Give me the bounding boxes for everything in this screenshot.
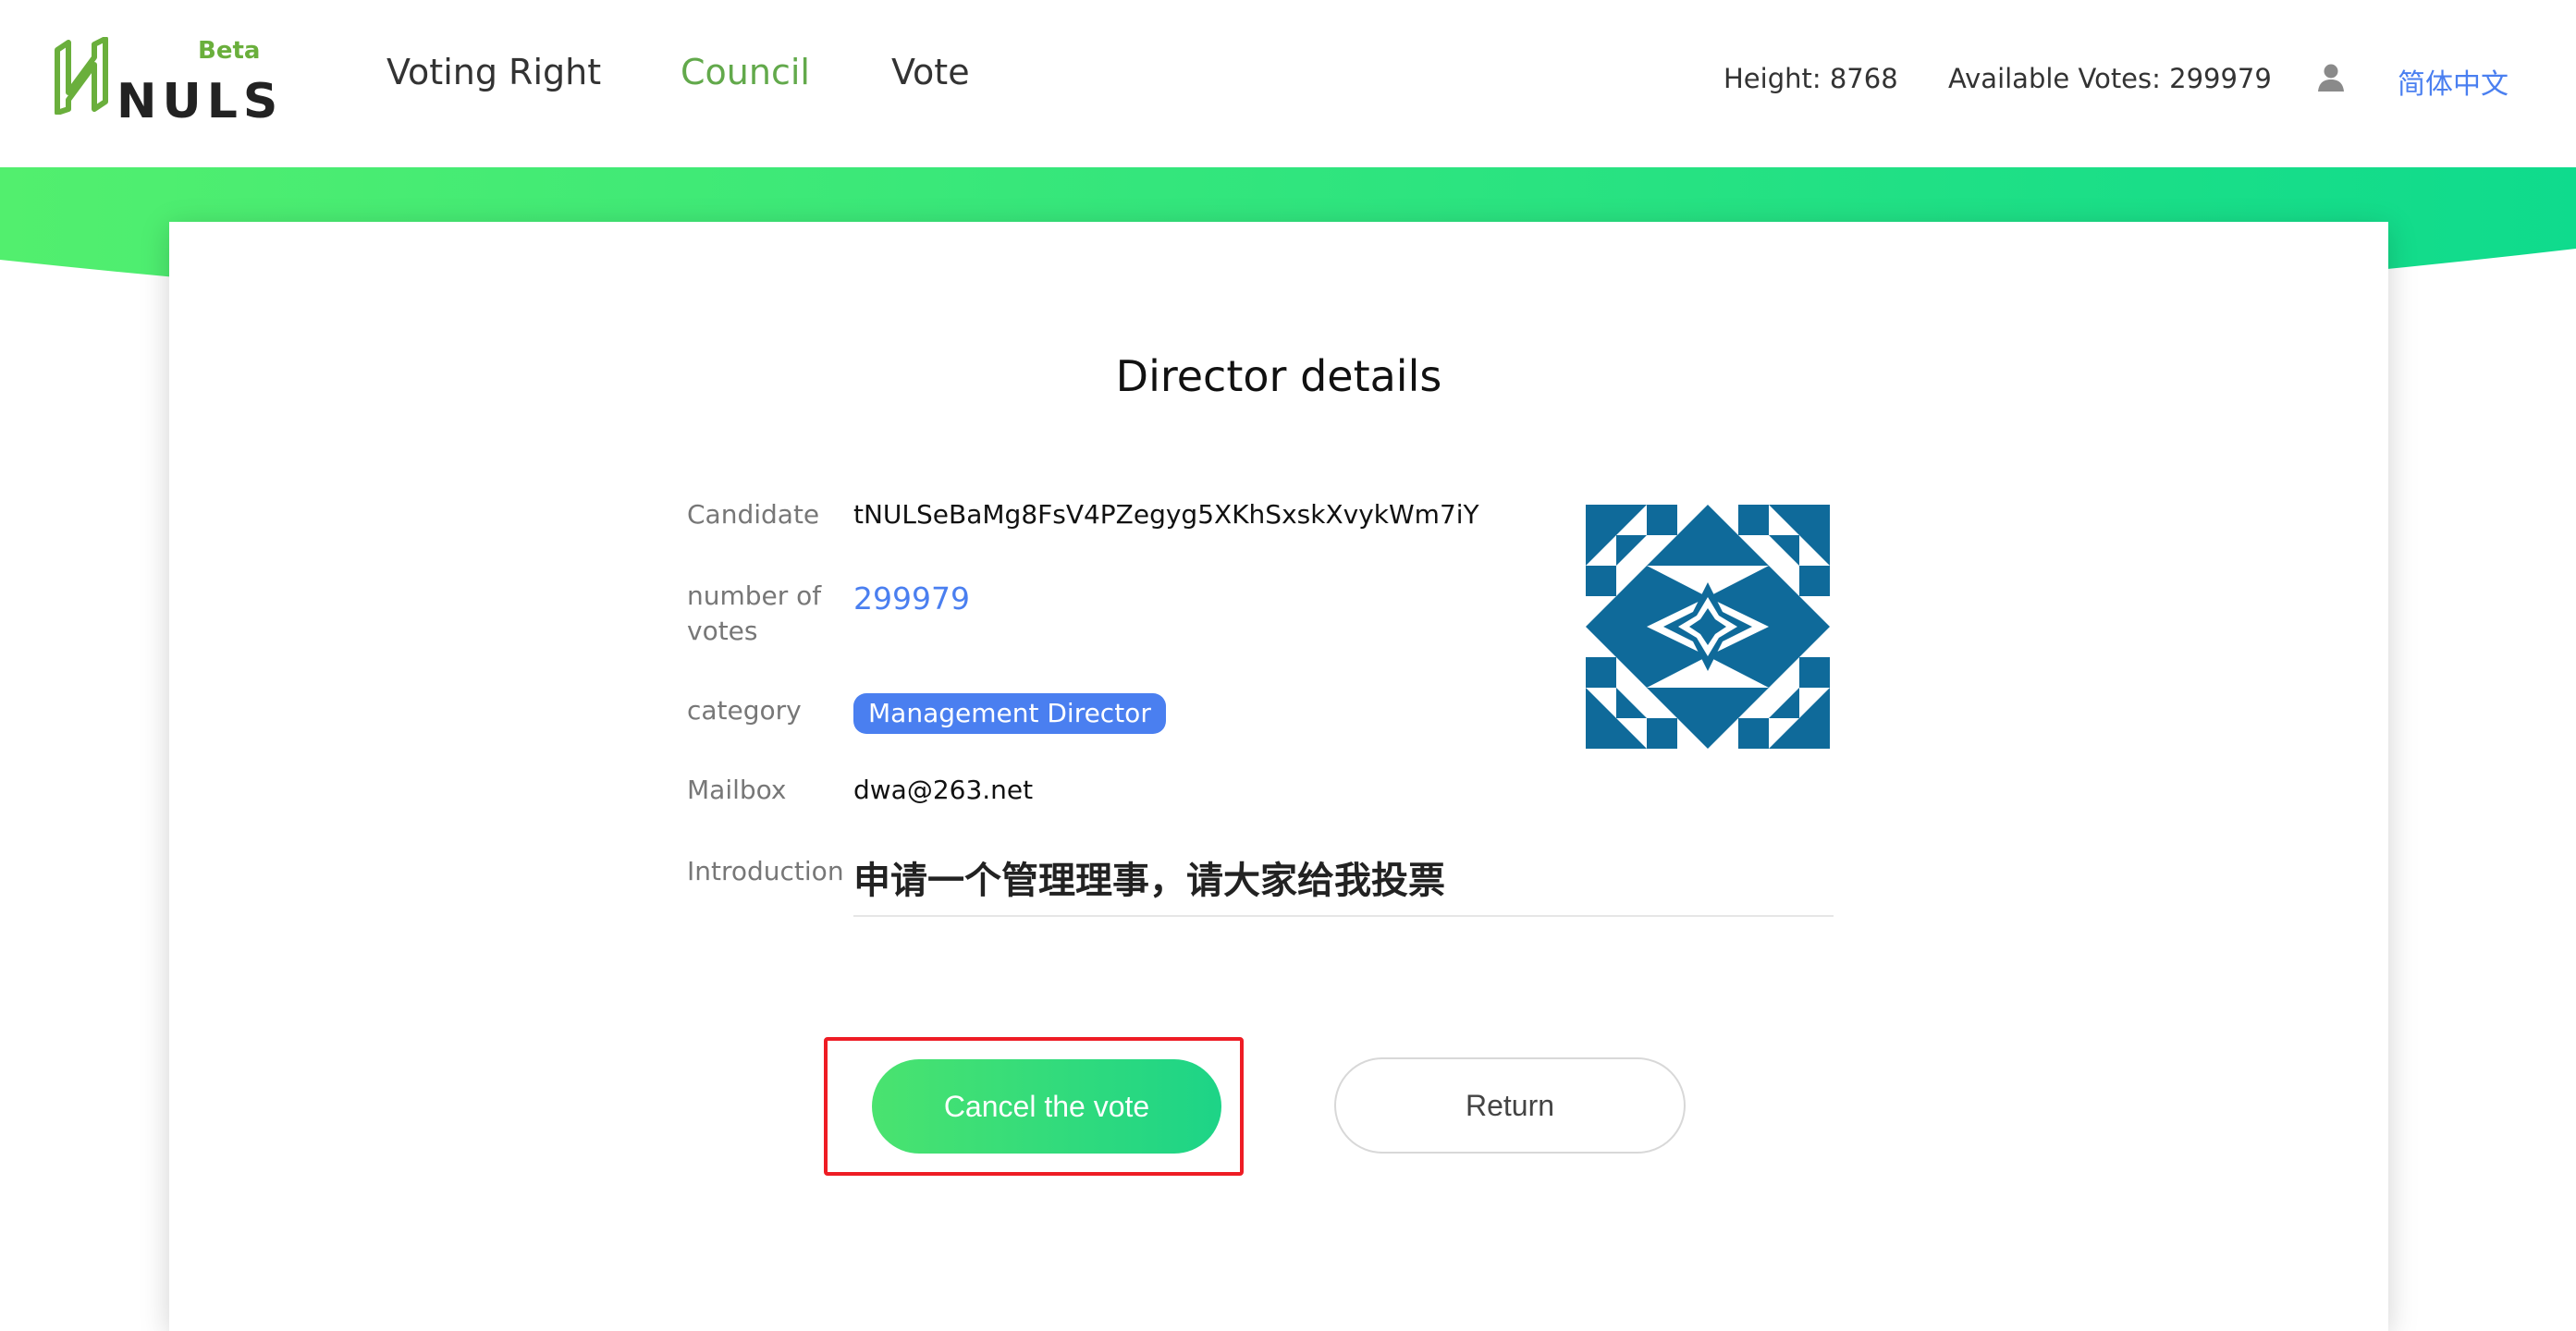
nuls-logo[interactable]: NULS Beta bbox=[52, 37, 277, 129]
introduction-text: 申请一个管理理事，请大家给我投票 bbox=[853, 850, 1834, 917]
candidate-avatar bbox=[1586, 505, 1830, 749]
category-badge: Management Director bbox=[853, 693, 1166, 734]
candidate-address: tNULSeBaMg8FsV4PZegyg5XKhSxskXvykWm7iY bbox=[853, 499, 1479, 530]
votes-label: number of votes bbox=[687, 580, 822, 646]
candidate-label: Candidate bbox=[687, 499, 820, 530]
block-height: Height: 8768 bbox=[1723, 63, 1898, 94]
nuls-logo-icon bbox=[55, 37, 108, 115]
nav-voting-right[interactable]: Voting Right bbox=[386, 52, 601, 92]
director-details-card: Director details Candidate tNULSeBaMg8Fs… bbox=[169, 222, 2388, 1331]
logo-text: NULS bbox=[117, 74, 284, 129]
return-button[interactable]: Return bbox=[1334, 1057, 1686, 1154]
top-header: NULS Beta Voting Right Council Vote Heig… bbox=[0, 0, 2576, 167]
introduction-label: Introduction bbox=[687, 856, 844, 886]
nav-vote[interactable]: Vote bbox=[891, 52, 970, 92]
mailbox-value: dwa@263.net bbox=[853, 775, 1034, 805]
available-votes: Available Votes: 299979 bbox=[1948, 63, 2272, 94]
beta-badge: Beta bbox=[198, 37, 261, 65]
page-title: Director details bbox=[1115, 351, 1442, 401]
votes-count: 299979 bbox=[853, 580, 970, 617]
cancel-vote-button[interactable]: Cancel the vote bbox=[872, 1059, 1221, 1154]
mailbox-label: Mailbox bbox=[687, 775, 787, 805]
nav-council[interactable]: Council bbox=[681, 52, 810, 92]
language-switch[interactable]: 简体中文 bbox=[2398, 61, 2509, 102]
category-label: category bbox=[687, 695, 802, 726]
user-icon[interactable] bbox=[2316, 63, 2346, 92]
